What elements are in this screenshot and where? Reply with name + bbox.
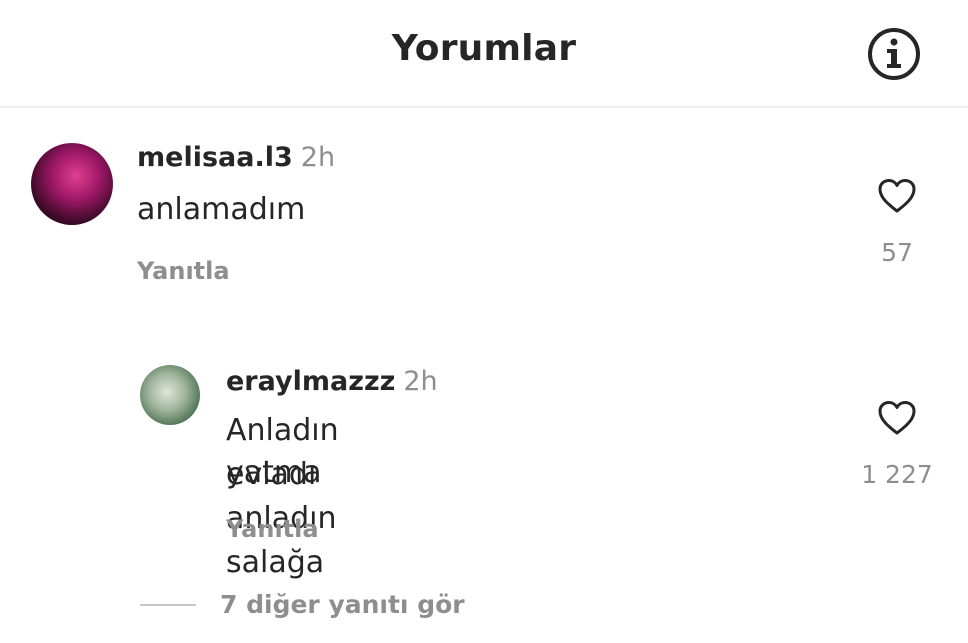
header: Yorumlar — [0, 0, 968, 108]
heart-outline-icon[interactable] — [877, 400, 917, 436]
heart-outline-icon[interactable] — [877, 178, 917, 214]
avatar[interactable] — [140, 365, 200, 425]
comment-text-line-2: yatma — [226, 455, 322, 490]
avatar[interactable] — [31, 143, 113, 225]
like-count: 57 — [881, 238, 913, 267]
view-more-replies-label: 7 diğer yanıtı gör — [220, 590, 465, 619]
timestamp: 2h — [300, 142, 336, 173]
comment-meta: eraylmazzz 2h — [226, 366, 438, 397]
username[interactable]: eraylmazzz — [226, 366, 395, 397]
divider-line — [140, 603, 196, 606]
reply-button[interactable]: Yanıtla — [137, 257, 230, 285]
like-group: 1 227 — [842, 400, 952, 489]
view-more-replies-button[interactable]: 7 diğer yanıtı gör — [140, 590, 465, 619]
reply-button[interactable]: Yanıtla — [226, 515, 319, 543]
comment-text-line-1: Anladın evladı anladın salağa — [226, 413, 339, 580]
username[interactable]: melisaa.l3 — [137, 142, 293, 173]
like-count: 1 227 — [861, 460, 933, 489]
comment-text: anlamadım — [137, 192, 306, 227]
like-group: 57 — [842, 178, 952, 267]
page-title: Yorumlar — [391, 28, 577, 69]
comment-meta: melisaa.l3 2h — [137, 142, 335, 173]
info-circle-icon — [868, 28, 920, 80]
info-button[interactable] — [866, 26, 922, 82]
timestamp: 2h — [403, 366, 438, 397]
